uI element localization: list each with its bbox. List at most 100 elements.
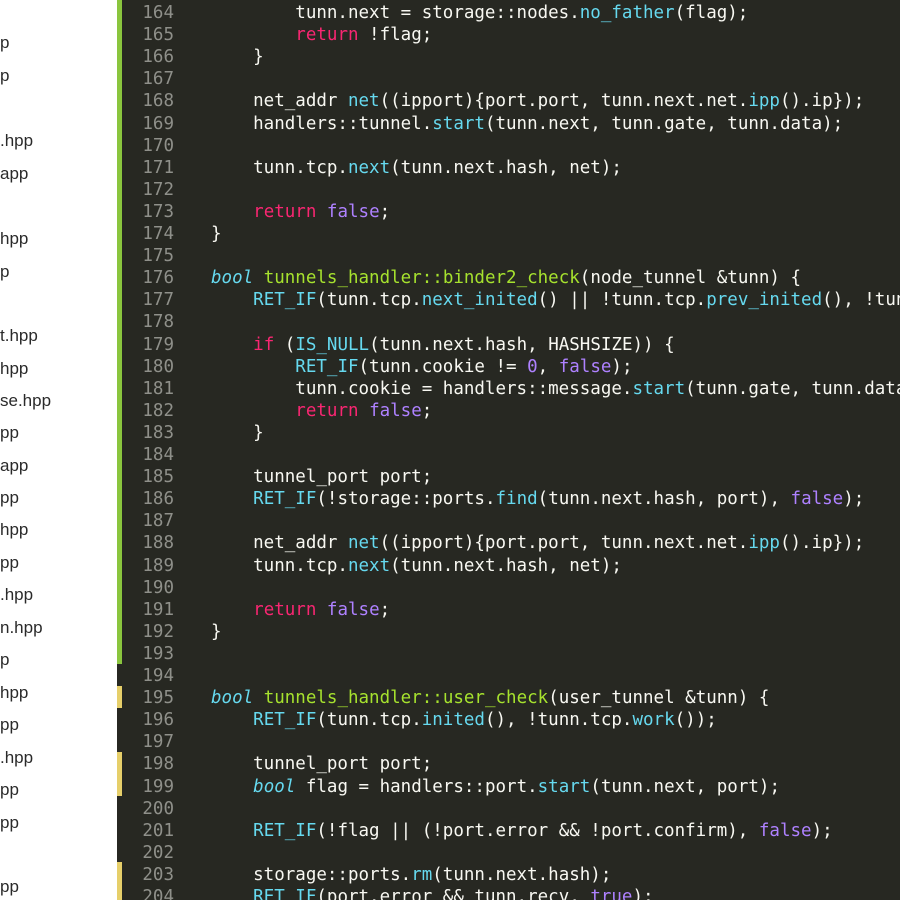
code-token: }	[211, 224, 222, 244]
code-token: bool	[211, 268, 254, 289]
sidebar-file-item[interactable]: hpp	[0, 359, 28, 379]
code-line: 182 return false;	[124, 400, 900, 422]
added-line-marker	[117, 752, 122, 796]
code-line: 164 tunn.next = storage::nodes.no_father…	[124, 2, 900, 24]
code-token: inited	[421, 710, 485, 731]
code-line: 174}	[124, 223, 900, 245]
code-token: return	[295, 400, 359, 421]
added-line-marker	[117, 862, 122, 900]
code-line: 199 bool flag = handlers::port.start(tun…	[124, 776, 900, 798]
sidebar-file-item[interactable]: p	[0, 262, 9, 282]
code-token: (tunn.next.hash);	[432, 864, 612, 885]
sidebar-file-item[interactable]: hpp	[0, 520, 28, 540]
code-token: ,	[537, 356, 559, 377]
code-token: RET_IF	[295, 356, 359, 377]
sidebar-file-item[interactable]: p	[0, 33, 9, 53]
sidebar-file-item[interactable]: .hpp	[0, 585, 33, 605]
line-number: 178	[142, 312, 174, 333]
code-token: (tunn.next.hash, HASHSIZE)) {	[369, 334, 675, 355]
sidebar-file-item[interactable]: pp	[0, 553, 19, 573]
code-token: bool	[253, 776, 296, 797]
code-text: tunnel_port port;	[211, 753, 432, 775]
code-token: net_addr	[211, 91, 348, 112]
code-text: RET_IF(port.error && tunn.recv, true);	[211, 886, 653, 900]
code-token: return	[253, 599, 317, 620]
code-text: net_addr net((ipport){port.port, tunn.ne…	[211, 90, 864, 112]
sidebar-file-item[interactable]: pp	[0, 715, 19, 735]
code-line: 203 storage::ports.rm(tunn.next.hash);	[124, 864, 900, 886]
sidebar-file-item[interactable]: app	[0, 456, 28, 476]
line-number: 189	[142, 555, 174, 576]
code-line: 177 RET_IF(tunn.tcp.next_inited() || !tu…	[124, 289, 900, 311]
code-token: !flag;	[358, 25, 433, 46]
code-token: find	[495, 489, 538, 510]
code-token: tunnels_handler::binder2_check	[263, 268, 580, 289]
sidebar-file-item[interactable]: pp	[0, 780, 19, 800]
code-token: false	[326, 201, 380, 222]
code-token: next_inited	[421, 290, 538, 311]
code-line: 204 RET_IF(port.error && tunn.recv, true…	[124, 886, 900, 900]
line-number: 167	[142, 69, 174, 90]
code-token: return	[295, 25, 359, 46]
sidebar-file-item[interactable]: pp	[0, 488, 19, 508]
line-number: 179	[142, 334, 174, 355]
code-line: 197	[124, 731, 900, 753]
code-token: (tunn.next, port);	[590, 776, 780, 797]
code-line: 198 tunnel_port port;	[124, 753, 900, 775]
code-token: (tunn.next.hash, port),	[537, 489, 791, 510]
code-text: }	[211, 621, 222, 643]
code-token: flag = handlers::port.	[295, 776, 538, 797]
line-number: 200	[142, 798, 174, 819]
code-token: false	[790, 489, 844, 510]
code-text: RET_IF(!flag || (!port.error && !port.co…	[211, 820, 833, 842]
code-token: (tunn.tcp.	[316, 290, 422, 311]
sidebar-file-item[interactable]: .hpp	[0, 131, 33, 151]
sidebar-file-item[interactable]: t.hpp	[0, 326, 38, 346]
code-token: (user_tunnel &tunn) {	[548, 688, 770, 709]
line-number: 201	[142, 820, 174, 841]
code-text: return false;	[211, 201, 390, 223]
sidebar-file-item[interactable]: p	[0, 650, 9, 670]
code-token: (node_tunnel &tunn) {	[579, 268, 802, 289]
code-token: ((ipport){port.port, tunn.next.net.	[379, 91, 749, 112]
sidebar-file-item[interactable]: pp	[0, 423, 19, 443]
code-token: ());	[674, 710, 717, 731]
sidebar-file-item[interactable]: pp	[0, 813, 19, 833]
code-token: false	[326, 599, 380, 620]
code-token: IS_NULL	[295, 334, 370, 355]
code-token: (), !tunn.tcp.	[484, 710, 633, 731]
code-token: ;	[379, 201, 391, 222]
sidebar-file-item[interactable]: n.hpp	[0, 618, 43, 638]
line-number: 172	[142, 179, 174, 200]
line-number: 166	[142, 47, 174, 68]
code-editor[interactable]: 164 tunn.next = storage::nodes.no_father…	[124, 0, 900, 900]
line-number: 183	[142, 422, 174, 443]
code-token: net	[347, 91, 380, 112]
line-number: 177	[142, 290, 174, 311]
code-line: 195 bool tunnels_handler::user_check(user…	[124, 687, 900, 709]
sidebar-file-item[interactable]: .hpp	[0, 748, 33, 768]
sidebar-file-item[interactable]: se.hpp	[0, 391, 51, 411]
sidebar-file-item[interactable]: app	[0, 164, 28, 184]
line-number: 196	[142, 710, 174, 731]
code-token: start	[537, 776, 591, 797]
code-token: (	[274, 334, 296, 355]
sidebar-file-item[interactable]: p	[0, 66, 9, 86]
code-token: false	[369, 400, 422, 421]
code-token: net_addr	[211, 533, 348, 554]
sidebar-file-item[interactable]: pp	[0, 877, 19, 897]
sidebar-file-item[interactable]: hpp	[0, 683, 28, 703]
line-number: 190	[142, 577, 174, 598]
code-token: );	[843, 489, 865, 510]
code-line: 201 RET_IF(!flag || (!port.error && !por…	[124, 820, 900, 842]
sidebar-file-item[interactable]: hpp	[0, 229, 28, 249]
code-token: start	[632, 378, 686, 399]
line-number: 176	[142, 268, 174, 289]
diff-gutter	[117, 0, 124, 900]
code-line: 185 tunnel_port port;	[124, 466, 900, 488]
